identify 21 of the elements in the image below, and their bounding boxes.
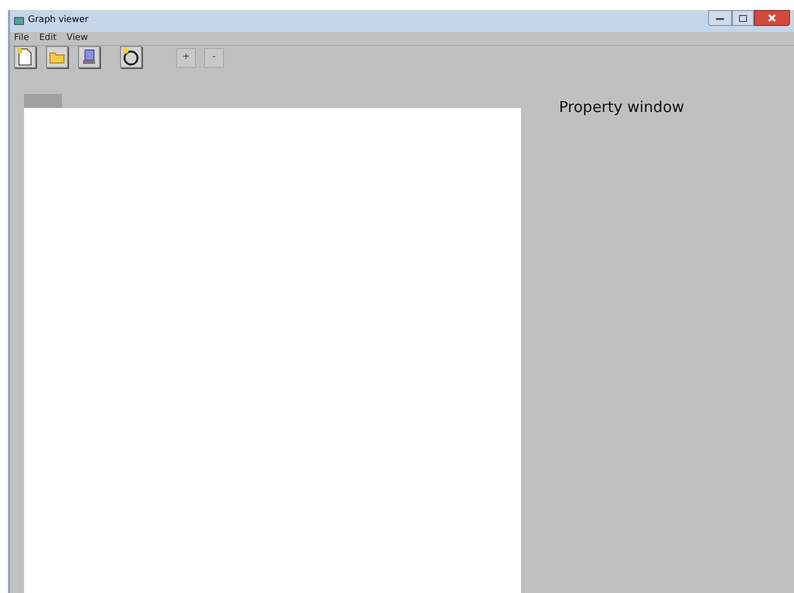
app-icon (14, 17, 24, 25)
save-button[interactable] (78, 46, 100, 68)
save-icon (81, 49, 97, 65)
minimize-icon (716, 16, 724, 20)
zoom-button[interactable]: + (176, 48, 196, 68)
window-title: Graph viewer (28, 14, 88, 28)
folder-icon (49, 50, 65, 64)
menu-item[interactable]: View (66, 32, 88, 46)
zoom-button[interactable]: - (204, 48, 224, 68)
menu-item[interactable]: Edit (39, 32, 56, 46)
new-button[interactable] (14, 46, 36, 68)
close-icon (768, 14, 776, 22)
maximize-button[interactable] (732, 10, 754, 26)
property-panel-title: Property window (559, 98, 684, 116)
circle-tool-button[interactable] (120, 46, 142, 68)
minimize-button[interactable] (708, 10, 732, 26)
circle-icon (122, 48, 140, 66)
close-button[interactable] (754, 10, 790, 26)
maximize-icon (739, 14, 747, 22)
menu-item[interactable]: File (14, 32, 30, 46)
new-file-icon (17, 48, 33, 66)
